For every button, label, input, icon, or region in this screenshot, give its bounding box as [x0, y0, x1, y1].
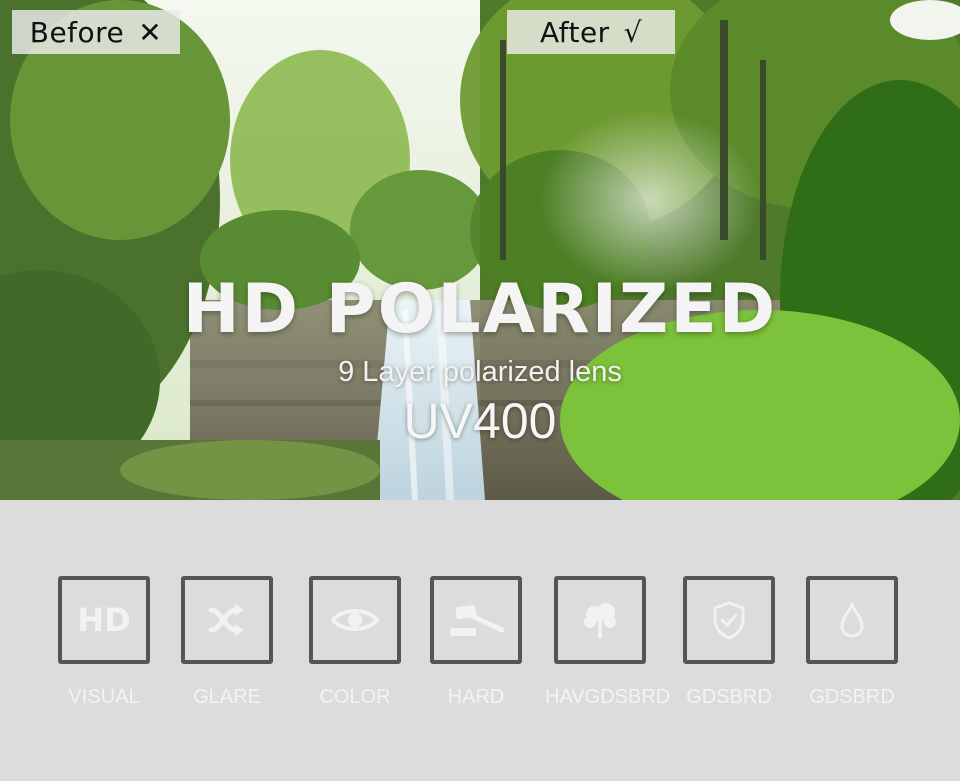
feature-glare-box [181, 576, 273, 664]
eye-icon [331, 609, 379, 631]
feature-color: COLOR [300, 576, 410, 709]
check-icon: √ [623, 15, 643, 49]
feature-strip: HD VISUAL GLARE COLOR HARD HAVGDSBRD GDS… [0, 500, 960, 781]
before-label: Before [29, 15, 125, 49]
before-tag: Before ✕ [12, 10, 180, 54]
feature-havgdsbrd-box [554, 576, 646, 664]
feature-gdsbrd-shield: GDSBRD [674, 576, 784, 709]
cross-icon: ✕ [138, 15, 163, 49]
feature-hard-box [430, 576, 522, 664]
comparison-photo: Before ✕ After √ HD POLARIZED 9 Layer po… [0, 0, 960, 500]
feature-glare-label: GLARE [193, 686, 261, 708]
hammer-icon [450, 604, 504, 636]
feature-gdsbrd-shield-box [683, 576, 775, 664]
feature-havgdsbrd-label: HAVGDSBRD [545, 686, 671, 708]
product-banner: Before ✕ After √ HD POLARIZED 9 Layer po… [0, 0, 960, 781]
feature-color-label: COLOR [319, 686, 391, 708]
feature-gdsbrd-drop-label: GDSBRD [809, 686, 895, 708]
feature-havgdsbrd: HAVGDSBRD [545, 576, 671, 709]
feature-gdsbrd-drop-box [806, 576, 898, 664]
after-label: After [539, 15, 610, 49]
feature-glare: GLARE [172, 576, 282, 709]
water-drop-icon [840, 602, 864, 638]
feature-visual-label: VISUAL [68, 686, 140, 708]
feature-visual-box: HD [58, 576, 150, 664]
headline: HD POLARIZED [182, 270, 778, 349]
uv-rating: UV400 [403, 393, 557, 449]
subtitle: 9 Layer polarized lens [338, 356, 622, 388]
feature-gdsbrd-drop: GDSBRD [797, 576, 907, 709]
tree-icon [584, 603, 616, 638]
feature-hard-label: HARD [447, 686, 505, 708]
feature-visual: HD VISUAL [49, 576, 159, 709]
after-tag: After √ [507, 10, 675, 54]
hd-icon: HD [77, 601, 131, 639]
feature-color-box [309, 576, 401, 664]
feature-hard: HARD [421, 576, 531, 709]
glare-shuffle-icon [208, 604, 244, 636]
feature-gdsbrd-shield-label: GDSBRD [686, 686, 772, 708]
shield-check-icon [713, 601, 745, 640]
